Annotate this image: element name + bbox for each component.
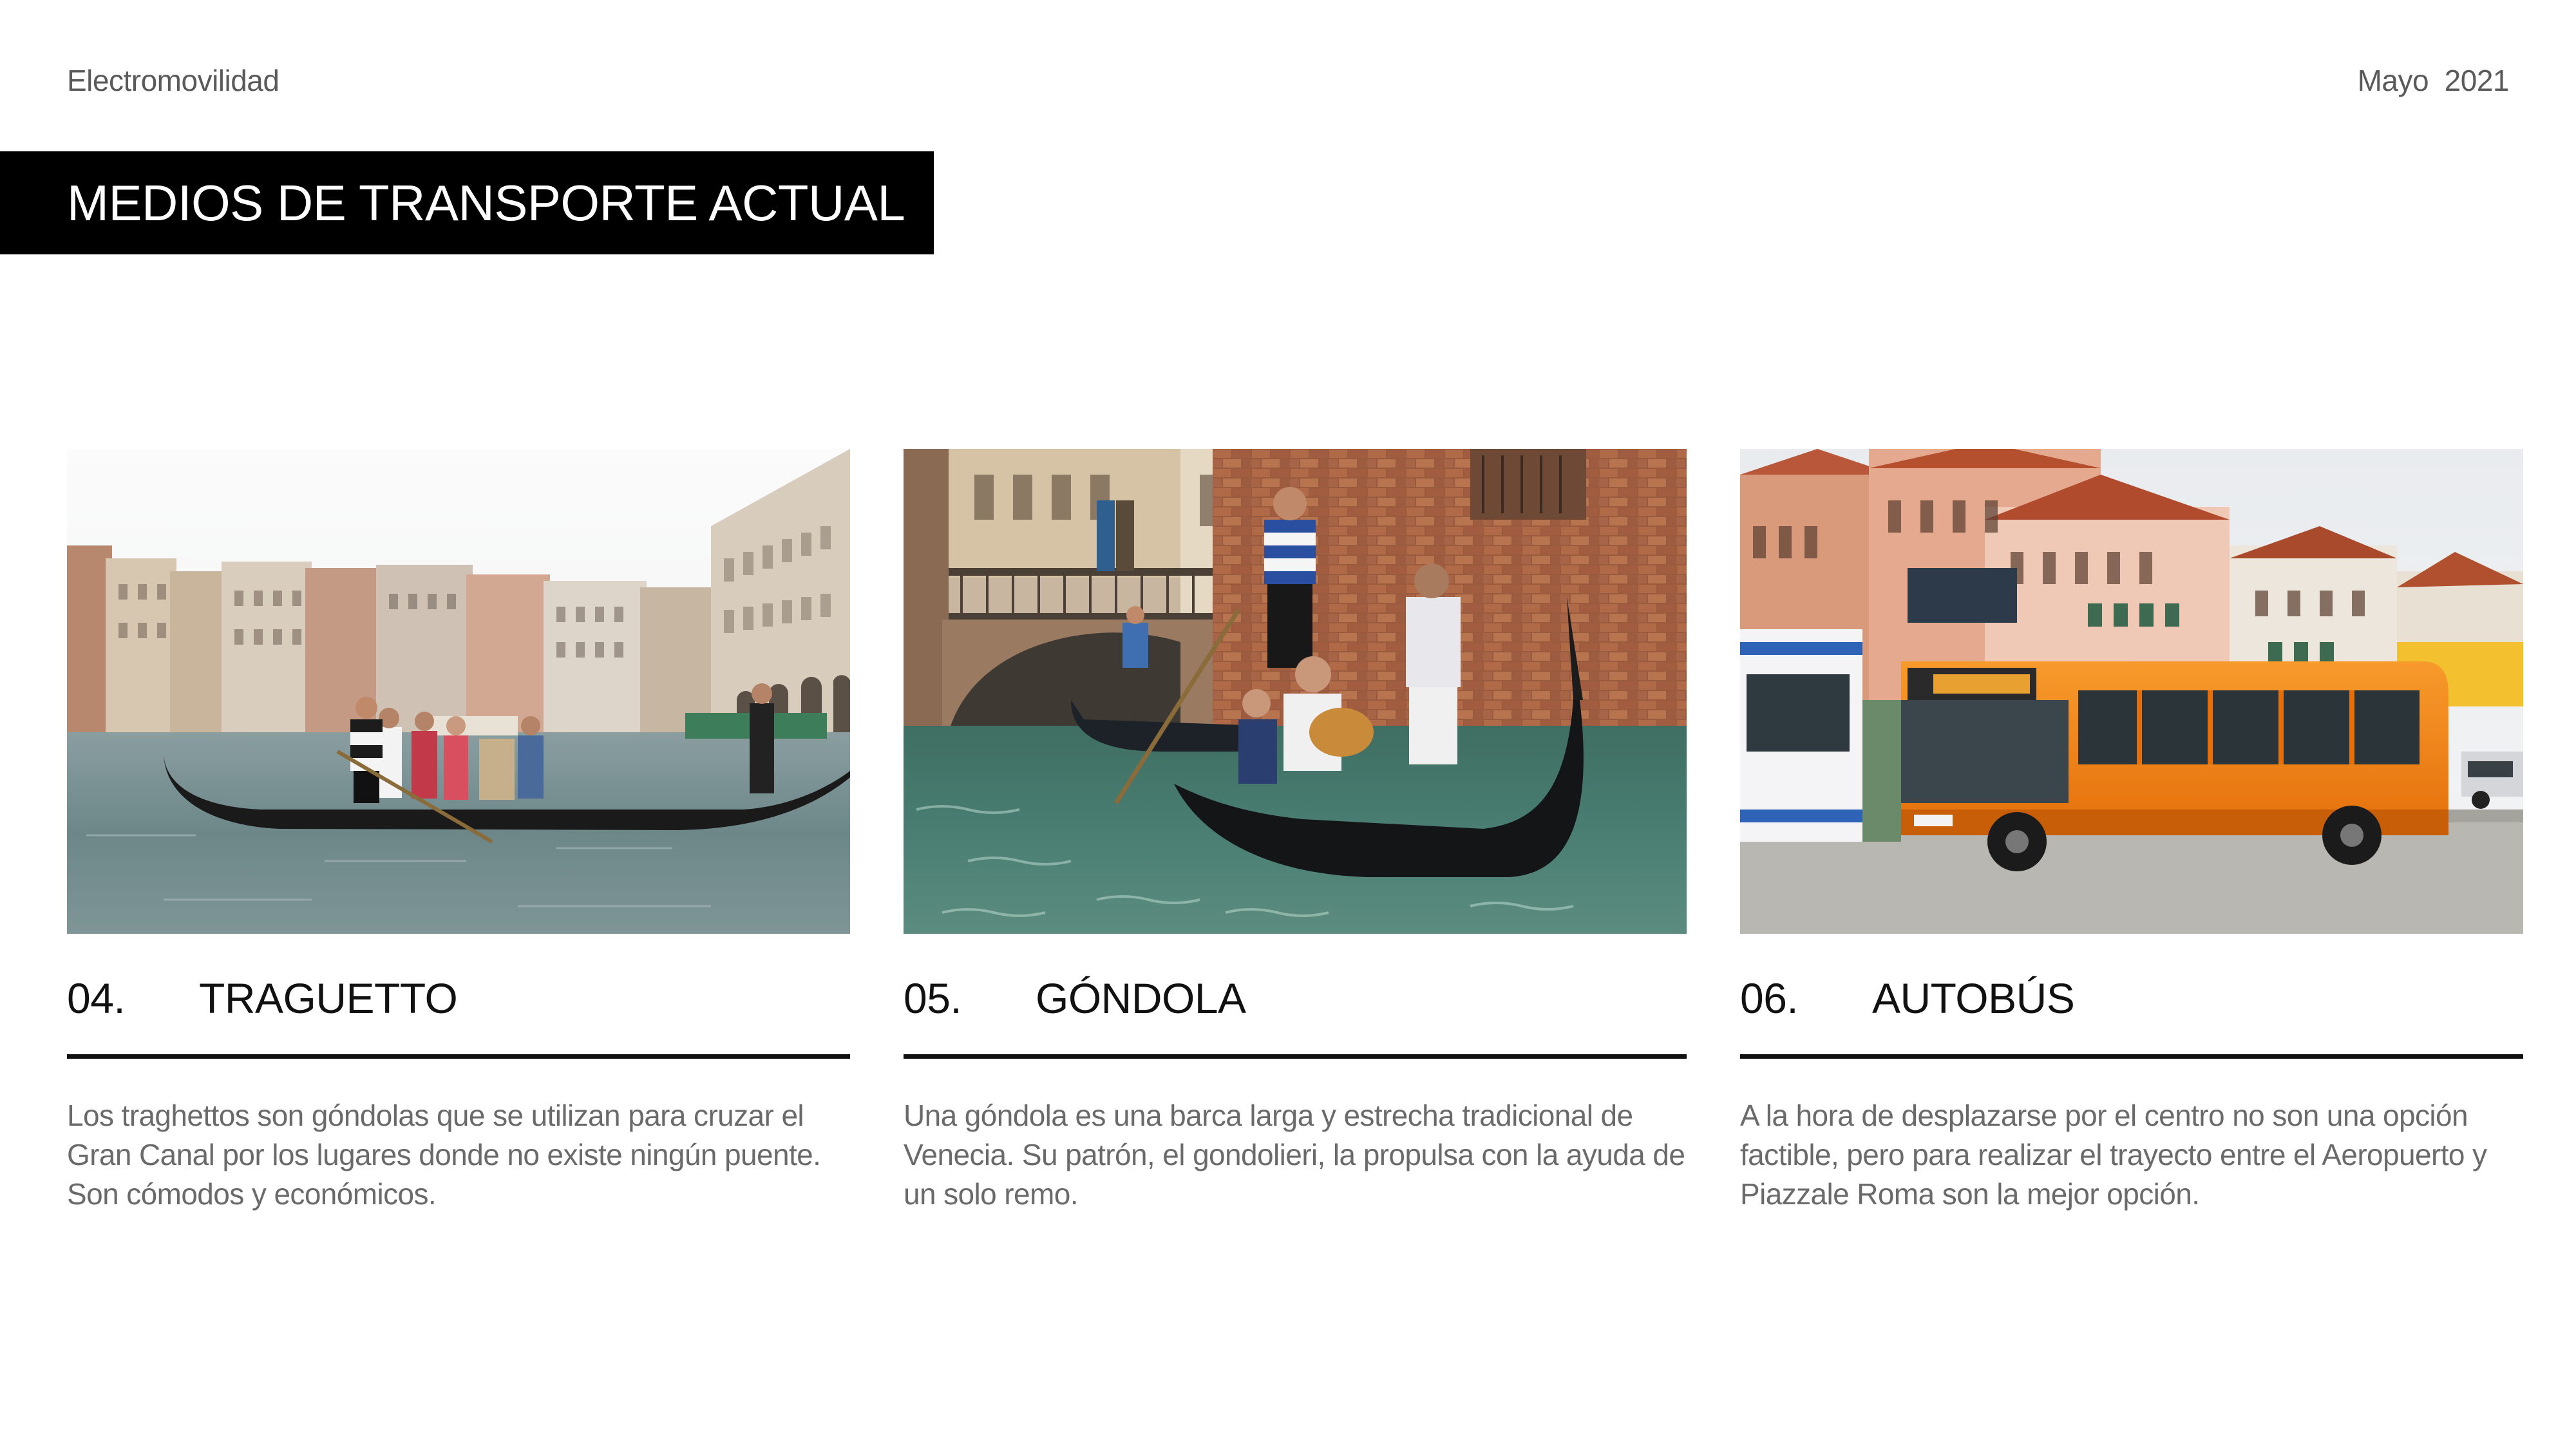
autobus-photo	[1740, 449, 2523, 934]
date-label: Mayo 2021	[2357, 64, 2510, 97]
traguetto-image	[67, 449, 850, 934]
traguetto-divider	[67, 1054, 850, 1059]
gondola-divider	[904, 1054, 1687, 1059]
autobus-divider	[1740, 1054, 2523, 1059]
page-title: MEDIOS DE TRANSPORTE ACTUAL	[67, 174, 905, 231]
traguetto-photo	[67, 449, 850, 934]
gondola-photo	[904, 449, 1687, 934]
title-band: MEDIOS DE TRANSPORTE ACTUAL	[0, 151, 934, 254]
gondola-description: Una góndola es una barca larga y estrech…	[904, 1099, 1685, 1211]
autobus-description: A la hora de desplazarse por el centro n…	[1740, 1099, 2487, 1211]
card-traguetto: 04. TRAGUETTO Los traghettos son góndola…	[67, 449, 850, 1222]
gondola-heading: 05. GÓNDOLA	[904, 969, 1687, 1027]
traguetto-heading: 04. TRAGUETTO	[67, 969, 850, 1027]
autobus-image	[1740, 449, 2523, 934]
card-gondola: 05. GÓNDOLA Una góndola es una barca lar…	[904, 449, 1687, 1222]
gondola-image	[904, 449, 1687, 934]
gondola-title: GÓNDOLA	[1036, 974, 1246, 1022]
autobus-title: AUTOBÚS	[1872, 974, 2075, 1022]
autobus-number: 06.	[1740, 974, 1799, 1022]
traguetto-title: TRAGUETTO	[199, 974, 458, 1022]
autobus-heading: 06. AUTOBÚS	[1740, 969, 2523, 1027]
traguetto-description: Los traghettos son góndolas que se utili…	[67, 1099, 821, 1211]
section-label: Electromovilidad	[67, 64, 279, 97]
traguetto-number: 04.	[67, 974, 126, 1022]
card-autobus: 06. AUTOBÚS A la hora de desplazarse por…	[1740, 449, 2523, 1222]
gondola-number: 05.	[904, 974, 962, 1022]
